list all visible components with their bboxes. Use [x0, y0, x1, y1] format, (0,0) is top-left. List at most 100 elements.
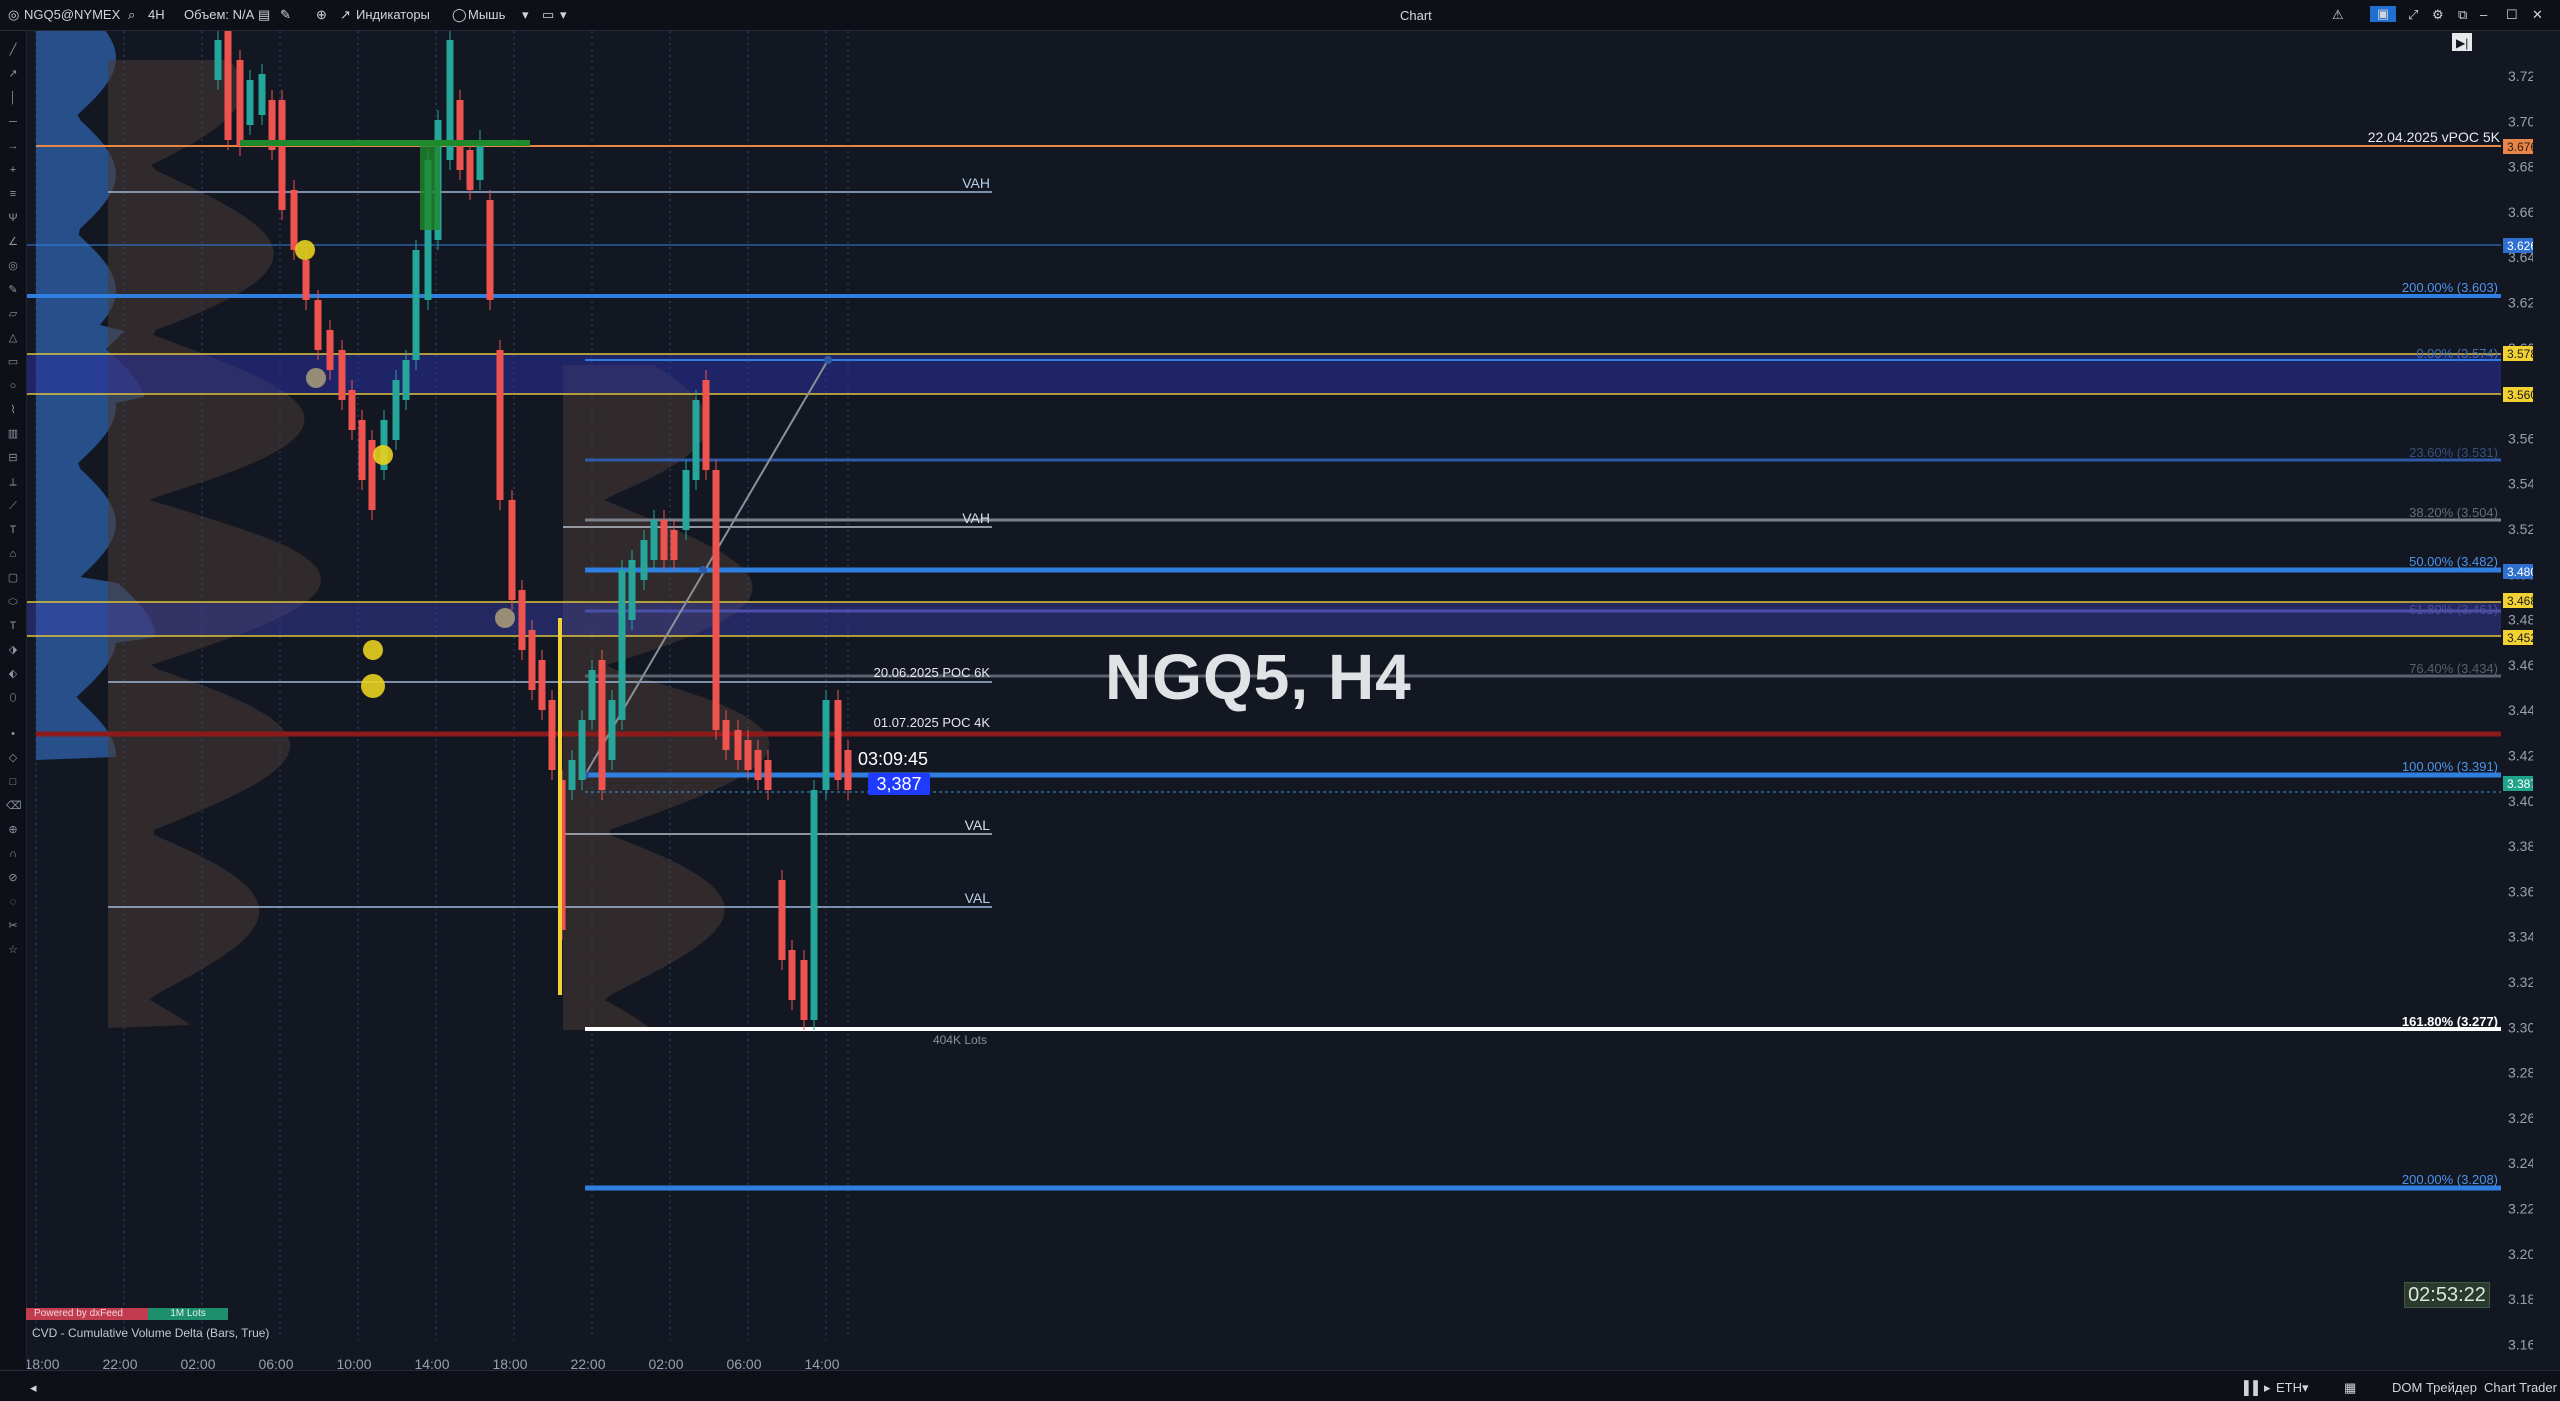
fib-anchor-point[interactable] [824, 356, 832, 364]
symbol-selector[interactable]: NGQ5@NYMEX [24, 7, 120, 22]
fib-200-dn-label: 200.00% (3.208) [2402, 1172, 2498, 1187]
candle-body [302, 260, 310, 300]
dot-icon[interactable]: • [6, 727, 20, 741]
triangle-icon[interactable]: △ [6, 331, 20, 345]
text-tool-icon[interactable]: T [6, 619, 20, 633]
layout-icon[interactable]: ▭ [542, 7, 554, 23]
price-badge: 3.578 [2507, 347, 2533, 361]
pitchfork-icon[interactable]: Ψ [6, 211, 20, 225]
ellipse-icon[interactable]: ⬭ [6, 595, 20, 609]
candle-body [822, 700, 830, 790]
price-label-icon[interactable]: ⬗ [6, 643, 20, 657]
zoom-tool-icon[interactable]: ⊕ [6, 823, 20, 837]
trend-angle-icon[interactable]: ∠ [6, 235, 20, 249]
maximize-icon[interactable]: ☐ [2506, 7, 2518, 23]
brush-icon[interactable]: ✎ [6, 283, 20, 297]
price-badge: 3.480 [2507, 565, 2533, 579]
alert-icon[interactable]: ⚠ [2332, 7, 2344, 23]
scroll-left-icon[interactable]: ◂ [30, 1380, 37, 1396]
candle-body [508, 500, 516, 600]
price-tick-label: 3.440 [2508, 702, 2533, 718]
fullscreen-icon[interactable]: ⤢ [2408, 7, 2418, 23]
candle-body [618, 570, 626, 720]
lock-icon[interactable]: ⊘ [6, 871, 20, 885]
minimize-icon[interactable]: – [2480, 7, 2487, 22]
remove-drawings-icon[interactable]: ✂ [6, 919, 20, 933]
candle-body [402, 360, 410, 400]
scrollbar-handle[interactable]: ▌▌ [2244, 1380, 2262, 1395]
candle-body [660, 520, 668, 560]
horizontal-line-icon[interactable]: ─ [6, 115, 20, 129]
price-badge: 3.452 [2507, 631, 2533, 645]
gann-icon[interactable]: ◎ [6, 259, 20, 273]
line-tool-icon[interactable]: ╱ [6, 43, 20, 57]
crosshair-icon[interactable]: + [6, 163, 20, 177]
price-tick-label: 3.720 [2508, 68, 2533, 84]
measure-icon[interactable]: ⟂ [6, 475, 20, 489]
volume-profile-icon[interactable]: ▥ [6, 427, 20, 441]
timeframe-selector[interactable]: 4H [148, 7, 165, 22]
volume-label[interactable]: Объем: N/A [184, 7, 254, 22]
val-label-1: VAL [965, 817, 991, 833]
chevron-down-icon[interactable]: ▾ [560, 7, 567, 23]
candle-body [702, 380, 710, 470]
polyline-icon[interactable]: ⌇ [6, 403, 20, 417]
calendar-icon[interactable]: ▦ [2344, 1380, 2356, 1396]
oval-icon[interactable]: ⬯ [6, 691, 20, 705]
candle-body [496, 350, 504, 500]
hide-icon[interactable]: ◌ [6, 895, 20, 909]
price-tick-label: 3.320 [2508, 974, 2533, 990]
regression-icon[interactable]: ⟋ [6, 499, 20, 513]
search-icon[interactable]: ⌕ [128, 7, 135, 23]
candle-body [712, 470, 720, 730]
price-tick-label: 3.660 [2508, 204, 2533, 220]
vertical-line-icon[interactable]: │ [6, 91, 20, 105]
candle-body [528, 630, 536, 690]
tag-icon[interactable]: ⌂ [6, 547, 20, 561]
chart-type-icon[interactable]: ▤ [258, 7, 270, 23]
tag-icon[interactable]: ⬖ [6, 667, 20, 681]
circle-icon[interactable]: ○ [6, 379, 20, 393]
ray-tool-icon[interactable]: ↗ [6, 67, 20, 81]
square-icon[interactable]: □ [6, 775, 20, 789]
candle-body [722, 720, 730, 750]
indicators-icon[interactable]: ↗ [340, 7, 351, 23]
camera-icon[interactable]: ▣ [2370, 6, 2396, 22]
candle-body [290, 190, 298, 250]
fib-anchor-point[interactable] [699, 566, 707, 574]
magnet-icon[interactable]: ∩ [6, 847, 20, 861]
demand-zone [27, 602, 2501, 636]
link-icon[interactable]: ⧉ [2458, 7, 2467, 23]
diamond-icon[interactable]: ◇ [6, 751, 20, 765]
favorites-icon[interactable]: ☆ [6, 943, 20, 957]
ruler-icon[interactable]: ⊟ [6, 451, 20, 465]
close-icon[interactable]: ✕ [2532, 7, 2543, 23]
draw-tool-icon[interactable]: ✎ [280, 7, 291, 23]
scroll-right-icon[interactable]: ▸ [2264, 1380, 2271, 1396]
cursor-icon[interactable]: ◯ [452, 7, 467, 23]
text-tool-icon[interactable]: T [6, 523, 20, 537]
rectangle-icon[interactable]: ▭ [6, 355, 20, 369]
time-tick-label: 10:00 [336, 1356, 371, 1369]
settings-icon[interactable]: ⚙ [2432, 7, 2444, 23]
chevron-down-icon[interactable]: ▾ [2302, 1380, 2309, 1396]
chart-trader-button[interactable]: Chart Trader [2484, 1380, 2557, 1395]
candle-body [834, 700, 842, 780]
session-selector[interactable]: ETH [2276, 1380, 2302, 1395]
price-axis[interactable]: 3.7203.7003.6803.6603.6403.6203.6003.580… [2508, 68, 2533, 1352]
eraser-icon[interactable]: ⌫ [6, 799, 22, 813]
fib-tool-icon[interactable]: ≡ [6, 187, 20, 201]
price-tick-label: 3.520 [2508, 521, 2533, 537]
window-title: Chart [1400, 8, 1432, 23]
chevron-down-icon[interactable]: ▾ [522, 7, 529, 23]
candle-body [358, 420, 366, 480]
channel-icon[interactable]: ▱ [6, 307, 20, 321]
dom-trader-button[interactable]: DOM Трейдер [2392, 1380, 2477, 1395]
arrow-tool-icon[interactable]: → [6, 139, 20, 153]
indicators-button[interactable]: Индикаторы [356, 7, 430, 22]
zoom-icon[interactable]: ⊕ [316, 7, 327, 23]
label-icon[interactable]: ▢ [6, 571, 20, 585]
price-badge: 3.468 [2507, 594, 2533, 608]
cursor-mode-button[interactable]: Мышь [468, 7, 505, 22]
bar-timer: 02:53:22 [2404, 1282, 2490, 1308]
